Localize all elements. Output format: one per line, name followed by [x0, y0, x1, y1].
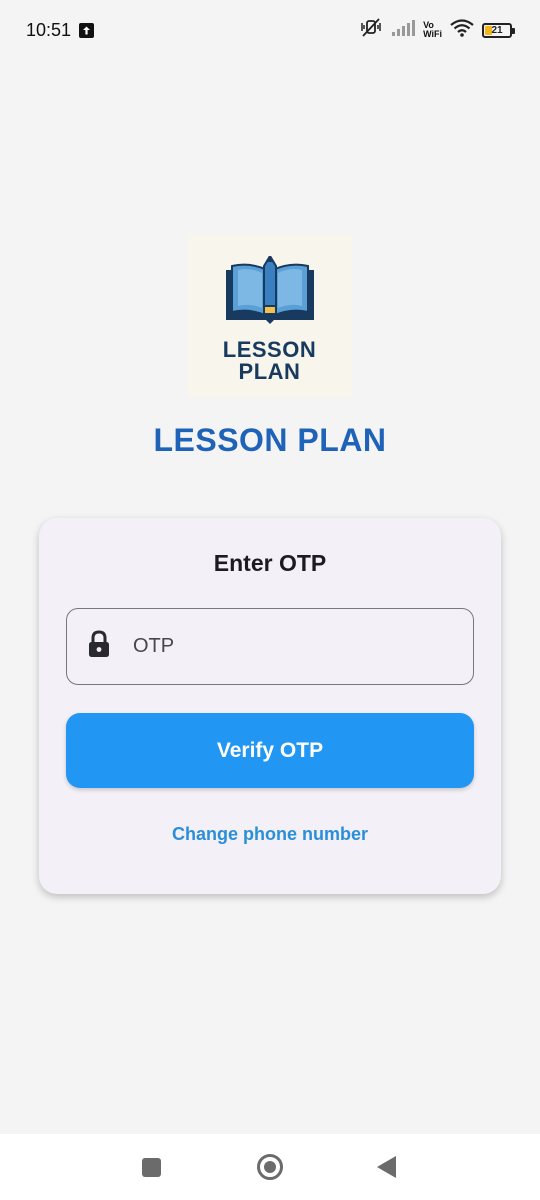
app-logo: LESSON PLAN — [187, 234, 352, 397]
logo-line-2: PLAN — [238, 359, 301, 384]
signal-icon — [391, 19, 416, 42]
otp-input[interactable] — [133, 635, 433, 658]
logo-text: LESSON PLAN — [223, 339, 316, 383]
app-title: LESSON PLAN — [153, 422, 387, 458]
lock-icon — [87, 630, 111, 663]
battery-icon: 21 — [482, 22, 515, 38]
navigation-bar — [0, 1134, 540, 1200]
home-dot — [264, 1161, 276, 1173]
recents-icon[interactable] — [142, 1158, 161, 1177]
home-icon[interactable] — [257, 1154, 283, 1180]
verify-otp-button[interactable]: Verify OTP — [66, 713, 474, 788]
upload-icon — [79, 22, 95, 38]
book-pencil-icon — [224, 254, 316, 335]
otp-field[interactable] — [66, 608, 474, 685]
wifi-icon — [450, 18, 474, 42]
status-right: Vo WiFi 21 — [359, 17, 515, 44]
status-left: 10:51 — [26, 19, 95, 41]
back-icon[interactable] — [377, 1156, 396, 1178]
change-phone-number-link[interactable]: Change phone number — [39, 824, 501, 845]
status-bar: 10:51 Vo WiFi 21 — [0, 0, 540, 60]
screen: 10:51 Vo WiFi 21 LESSON PLAN LESSON PLAN… — [0, 0, 540, 1200]
vowifi-bottom: WiFi — [423, 29, 442, 39]
otp-card: Enter OTP Verify OTP Change phone number — [39, 518, 501, 894]
battery-level: 21 — [491, 24, 503, 36]
logo-line-1: LESSON — [222, 337, 317, 362]
card-title: Enter OTP — [213, 550, 327, 576]
vowifi-label: Vo WiFi — [423, 21, 442, 39]
mute-icon — [359, 17, 383, 44]
status-time: 10:51 — [26, 19, 72, 40]
